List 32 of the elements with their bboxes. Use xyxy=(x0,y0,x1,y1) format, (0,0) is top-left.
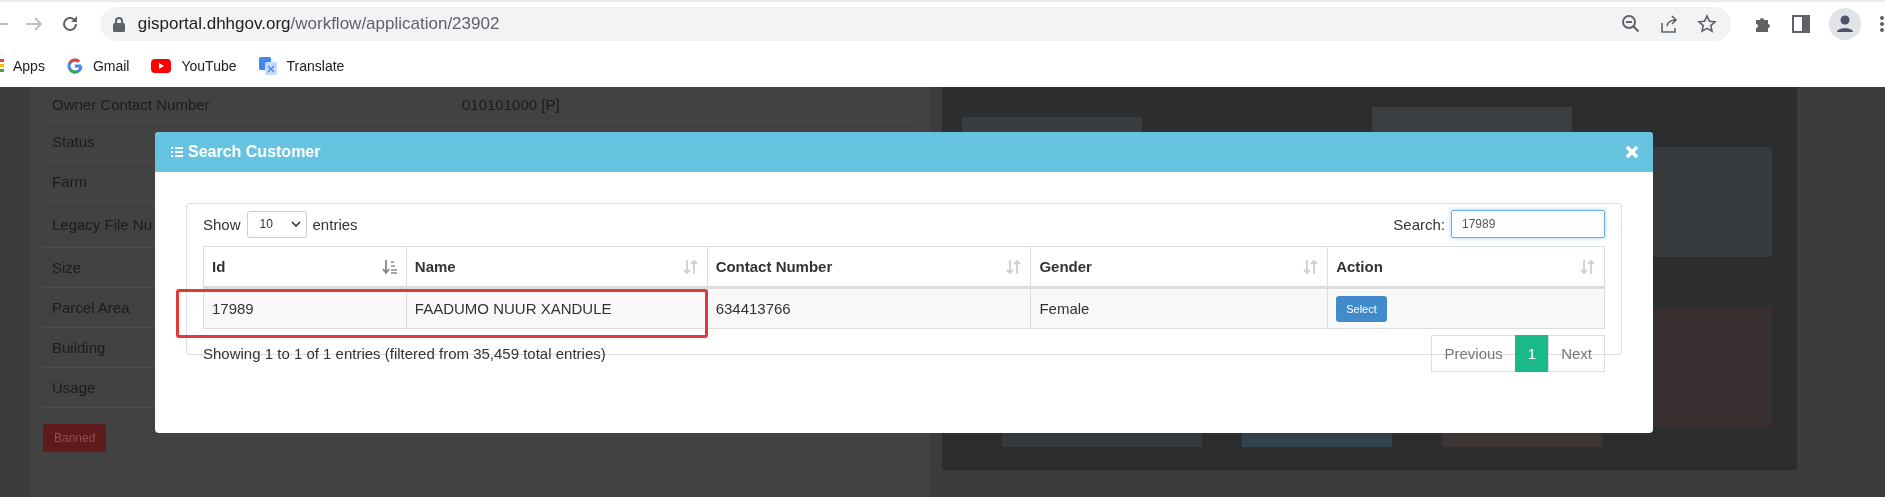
table-cell: 634413766 xyxy=(707,287,1031,329)
search-field[interactable]: 17989 xyxy=(1451,210,1605,238)
star-icon[interactable] xyxy=(1697,13,1717,34)
letter-g-icon xyxy=(66,58,83,74)
column-header[interactable]: Id xyxy=(203,246,407,288)
search-label: Search: xyxy=(1393,215,1445,233)
bookmark-link[interactable]: YouTube xyxy=(151,58,237,74)
zoom-out-icon[interactable] xyxy=(1621,13,1641,34)
bookmark-link[interactable]: Apps xyxy=(0,58,45,74)
profile-avatar-icon[interactable] xyxy=(1829,7,1861,40)
bookmark-link[interactable]: Translate xyxy=(258,57,345,75)
translate-icon xyxy=(258,57,277,75)
page-length-select[interactable]: 10 xyxy=(246,210,307,238)
entries-label: entries xyxy=(312,215,358,233)
side-panel-icon[interactable] xyxy=(1791,13,1811,34)
menu-icon[interactable] xyxy=(1879,13,1885,34)
grid-icon xyxy=(0,58,4,74)
share-icon[interactable] xyxy=(1659,13,1679,34)
show-label: Show xyxy=(203,215,241,233)
table-cell: Female xyxy=(1030,287,1328,329)
chevron-down-icon xyxy=(290,221,301,227)
pagination-button[interactable]: Next xyxy=(1548,335,1605,372)
select-button[interactable]: Select xyxy=(1336,295,1387,322)
url-text: gisportal.dhhgov.org/workflow/application/23902 xyxy=(137,13,501,34)
bookmark-link[interactable]: Gmail xyxy=(66,58,130,74)
table-info: Showing 1 to 1 of 1 entries (filtered from 35,459 total entries) xyxy=(203,345,606,362)
list-icon xyxy=(171,146,183,158)
play-button-icon xyxy=(151,59,172,73)
address-bar[interactable]: gisportal.dhhgov.org/workflow/application/23902 xyxy=(99,6,1731,41)
column-header[interactable]: Name xyxy=(406,246,708,288)
lock-icon xyxy=(111,15,126,32)
modal-title: Search Customer xyxy=(188,143,322,161)
